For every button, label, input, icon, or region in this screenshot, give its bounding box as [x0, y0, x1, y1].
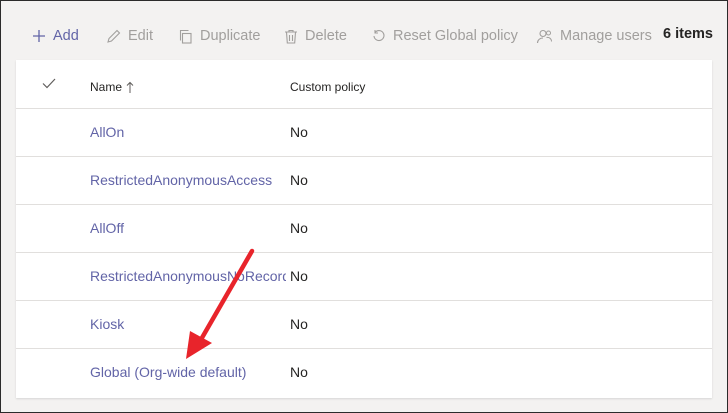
policy-name-link[interactable]: RestrictedAnonymousAccess: [90, 172, 286, 188]
custom-policy-value: No: [290, 124, 308, 140]
duplicate-icon: [179, 29, 192, 44]
policy-name-link[interactable]: AllOn: [90, 124, 286, 140]
custom-policy-value: No: [290, 316, 308, 332]
column-header-name-label: Name: [90, 80, 123, 94]
policies-table: Name Custom policy AllOn No RestrictedAn…: [16, 60, 712, 398]
policy-name-link[interactable]: RestrictedAnonymousNoRecording: [90, 268, 286, 284]
duplicate-button[interactable]: Duplicate: [178, 22, 260, 50]
command-bar: Add Edit Duplicate Delete Reset Global p…: [0, 0, 728, 60]
table-header: Name Custom policy: [16, 60, 712, 109]
manage-users-icon: [536, 29, 552, 43]
policy-name-link[interactable]: Kiosk: [90, 316, 286, 332]
table-row[interactable]: Kiosk No: [16, 301, 712, 349]
checkmark-icon[interactable]: [42, 78, 56, 89]
custom-policy-value: No: [290, 364, 308, 380]
custom-policy-value: No: [290, 268, 308, 284]
trash-icon: [285, 29, 297, 44]
policy-name-link[interactable]: Global (Org-wide default): [90, 364, 286, 380]
duplicate-label: Duplicate: [200, 28, 261, 44]
add-label: Add: [53, 28, 79, 44]
sort-ascending-arrow-icon: [126, 81, 134, 93]
custom-policy-value: No: [290, 220, 308, 236]
plus-icon: [33, 30, 45, 42]
policy-name-link[interactable]: AllOff: [90, 220, 286, 236]
column-header-custom-policy[interactable]: Custom policy: [290, 80, 365, 94]
table-row[interactable]: Global (Org-wide default) No: [16, 349, 712, 397]
delete-button[interactable]: Delete: [284, 22, 347, 50]
table-row[interactable]: RestrictedAnonymousNoRecording No: [16, 253, 712, 301]
item-count: 6 items: [663, 26, 713, 42]
edit-label: Edit: [128, 28, 153, 44]
reset-global-policy-button[interactable]: Reset Global policy: [372, 22, 518, 50]
manage-users-button[interactable]: Manage users: [536, 22, 652, 50]
column-header-name[interactable]: Name: [90, 80, 134, 94]
pencil-icon: [107, 29, 121, 43]
reset-label: Reset Global policy: [393, 28, 518, 44]
manage-users-label: Manage users: [560, 28, 652, 44]
delete-label: Delete: [305, 28, 347, 44]
add-button[interactable]: Add: [32, 22, 79, 50]
custom-policy-value: No: [290, 172, 308, 188]
table-row[interactable]: AllOn No: [16, 109, 712, 157]
edit-button[interactable]: Edit: [106, 22, 153, 50]
reset-icon: [373, 30, 385, 42]
table-row[interactable]: AllOff No: [16, 205, 712, 253]
table-row[interactable]: RestrictedAnonymousAccess No: [16, 157, 712, 205]
